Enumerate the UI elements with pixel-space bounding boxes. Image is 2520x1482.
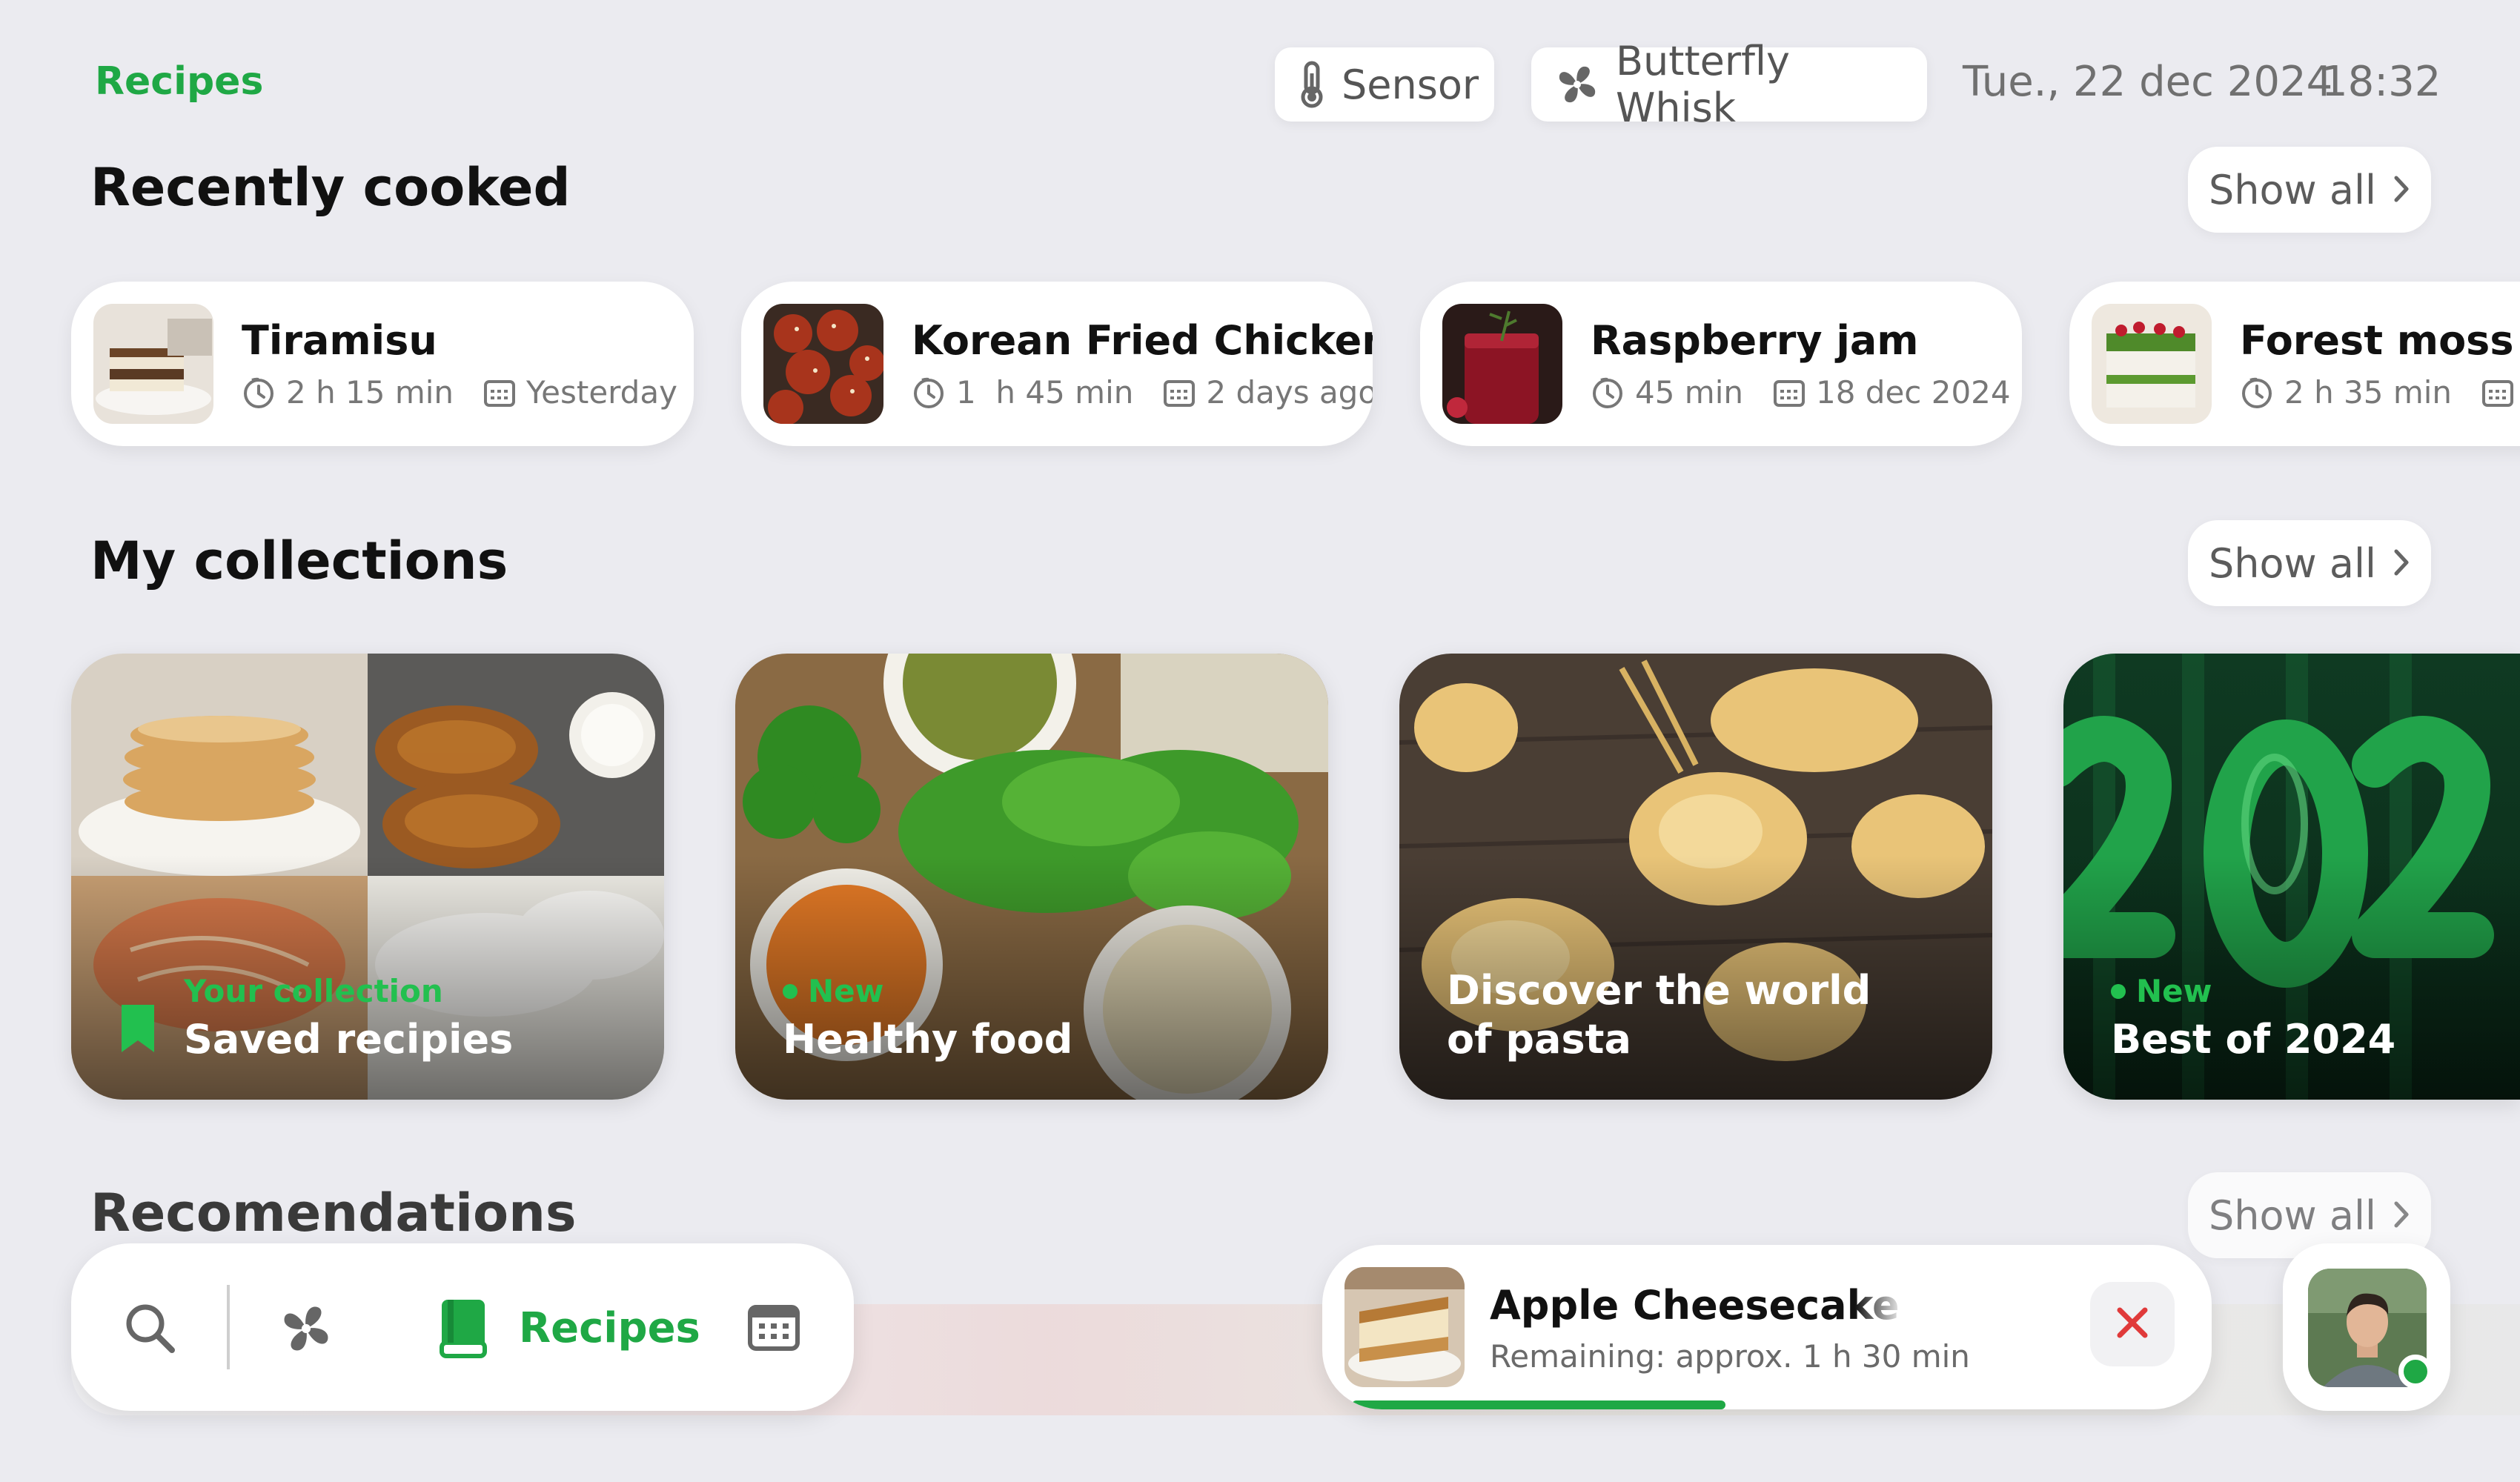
butterfly-whisk-label: Butterfly Whisk [1616, 38, 1791, 131]
now-cooking-card[interactable]: Apple Cheesecake with Crumb Remaining: a… [1322, 1245, 2212, 1409]
recently-cooked-title: Recently cooked [90, 157, 571, 218]
nav-divider [227, 1285, 230, 1369]
collection-title: Discover the world of pasta [1447, 967, 1871, 1063]
bottom-nav-bar: Recipes [71, 1243, 854, 1411]
my-collections-title: My collections [90, 531, 508, 591]
user-profile-button[interactable] [2283, 1243, 2450, 1411]
recent-card-forest-moss-cake[interactable]: Forest moss cal 2 h 35 min 1 [2069, 282, 2520, 446]
now-cooking-title: Apple Cheesecake with Crumb [1490, 1282, 1905, 1329]
recent-card-duration: 45 min [1635, 374, 1743, 411]
recently-cooked-show-all-button[interactable]: Show all [2188, 147, 2431, 233]
nav-recipes-label[interactable]: Recipes [519, 1304, 700, 1352]
recent-card-date: 2 days ago [1206, 374, 1373, 411]
collection-tile-best-of-2024[interactable]: New Best of 2024 [2063, 654, 2520, 1100]
butterfly-whisk-icon [1554, 61, 1601, 108]
collections-show-all-button[interactable]: Show all [2188, 520, 2431, 606]
show-all-label: Show all [2209, 539, 2376, 587]
recommendations-title: Recomendations [90, 1183, 577, 1243]
now-cooking-thumbnail [1344, 1267, 1465, 1387]
recipe-thumbnail [2092, 304, 2212, 424]
collection-title: Healthy food [783, 1016, 1073, 1063]
recent-card-duration: 1 h 45 min [956, 374, 1134, 411]
calendar-icon[interactable] [747, 1304, 800, 1352]
butterfly-whisk-icon[interactable] [277, 1300, 335, 1358]
recent-card-date: Yesterday [526, 374, 677, 411]
timer-icon [912, 376, 946, 410]
collection-tile-saved-recipes[interactable]: Your collection Saved recipies [71, 654, 664, 1100]
recipe-book-icon[interactable] [439, 1297, 488, 1359]
recent-card-korean-fried-chicken[interactable]: Korean Fried Chicken 1 h 45 min 2 days a… [741, 282, 1373, 446]
collection-tag: New [2136, 973, 2212, 1009]
cooking-progress-track [1352, 1400, 2182, 1409]
recipe-thumbnail [763, 304, 883, 424]
recent-card-name: Tiramisu [242, 317, 437, 364]
close-icon [2114, 1304, 2151, 1344]
recent-card-name: Forest moss cal [2240, 317, 2520, 364]
calendar-icon [1773, 378, 1806, 408]
collection-tag: Your collection [184, 973, 443, 1009]
current-date: Tue., 22 dec 2024 [1963, 58, 2333, 106]
app-title: Recipes [95, 59, 264, 104]
online-status-indicator [2398, 1355, 2433, 1389]
recent-card-tiramisu[interactable]: Tiramisu 2 h 15 min Yesterday [71, 282, 694, 446]
chevron-right-icon [2393, 540, 2410, 587]
calendar-icon [2481, 378, 2514, 408]
timer-icon [2240, 376, 2274, 410]
butterfly-whisk-button[interactable]: Butterfly Whisk [1531, 38, 1927, 131]
sensor-label: Sensor [1342, 61, 1479, 108]
recipe-thumbnail [93, 304, 213, 424]
collection-title: Saved recipies [184, 1016, 514, 1063]
chevron-right-icon [2393, 1192, 2410, 1239]
thermometer-icon [1297, 60, 1327, 109]
now-cooking-remaining: Remaining: approx. 1 h 30 min [1490, 1338, 1970, 1375]
collection-title: Best of 2024 [2111, 1016, 2396, 1063]
recent-card-date: 18 dec 2024 [1816, 374, 2011, 411]
recent-card-duration: 2 h 15 min [286, 374, 454, 411]
timer-icon [1591, 376, 1625, 410]
new-dot [2111, 983, 2126, 999]
recent-card-raspberry-jam[interactable]: Raspberry jam 45 min 18 dec 2024 [1420, 282, 2022, 446]
collection-tile-pasta[interactable]: Discover the world of pasta [1399, 654, 1992, 1100]
recipe-thumbnail [1442, 304, 1562, 424]
chevron-right-icon [2393, 167, 2410, 213]
show-all-label: Show all [2209, 1192, 2376, 1239]
calendar-icon [483, 378, 516, 408]
bookmark-icon [119, 1002, 157, 1058]
current-time: 18:32 [2321, 58, 2441, 106]
recent-card-name: Raspberry jam [1591, 317, 1919, 364]
cooking-progress-fill [1352, 1400, 1725, 1409]
collection-tag: New [808, 973, 884, 1009]
new-dot [783, 983, 798, 999]
search-icon[interactable] [123, 1301, 178, 1356]
sensor-button[interactable]: Sensor [1275, 47, 1494, 122]
timer-icon [242, 376, 276, 410]
stop-cooking-button[interactable] [2090, 1282, 2175, 1366]
recent-card-name: Korean Fried Chicken [912, 317, 1373, 364]
collection-tile-healthy-food[interactable]: New Healthy food [735, 654, 1328, 1100]
calendar-icon [1163, 378, 1196, 408]
show-all-label: Show all [2209, 166, 2376, 213]
recent-card-duration: 2 h 35 min [2284, 374, 2453, 411]
